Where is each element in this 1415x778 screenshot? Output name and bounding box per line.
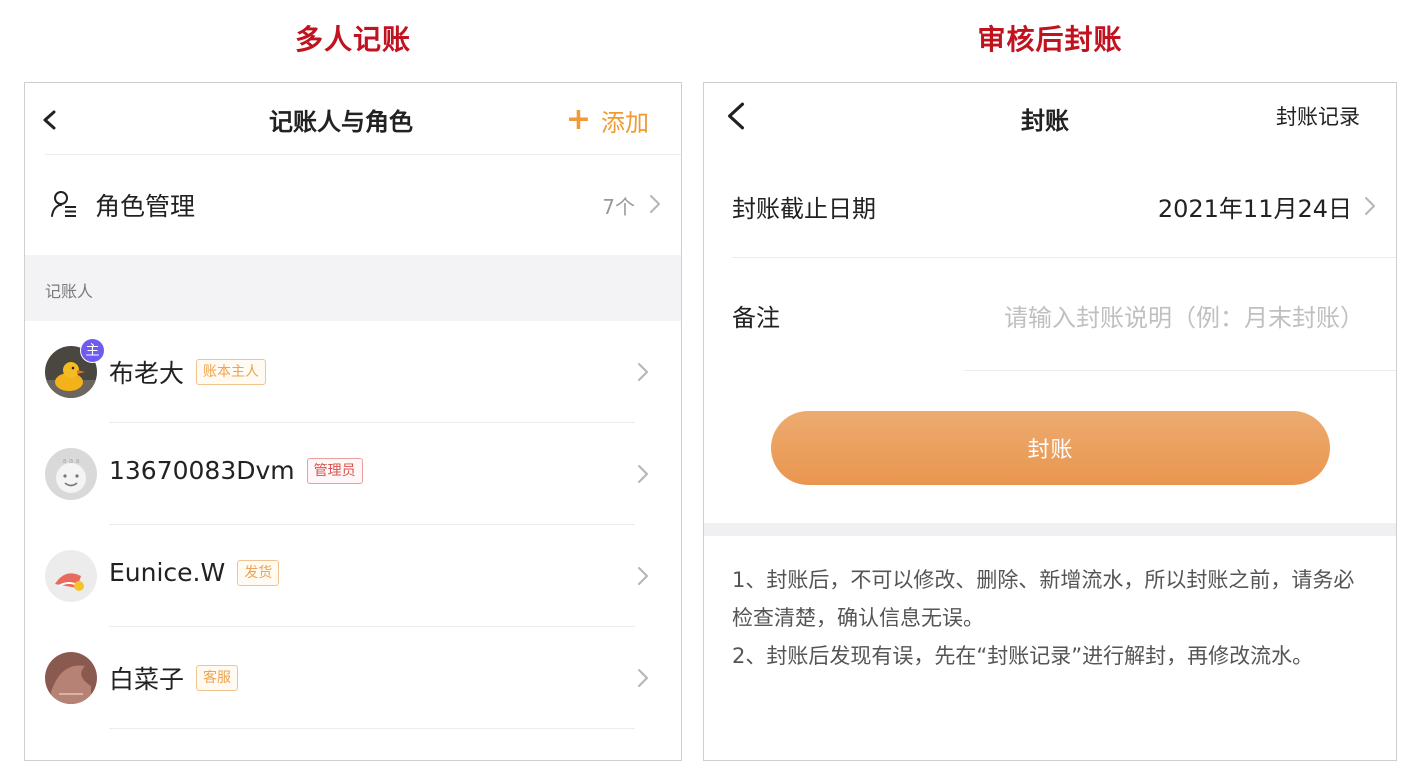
role-count: 7个 [602,195,635,219]
add-button[interactable]: + 添加 [566,103,649,137]
role-tag: 管理员 [306,457,363,484]
chevron-left-icon [43,110,56,130]
caption-multi-user-bookkeeping: 多人记账 [294,23,411,56]
bookkeepers-roles-screen: 记账人与角色 + 添加 角色管理 7个 记账人 主 布老大 账本主人 a a a… [24,82,682,761]
member-row[interactable]: 白菜子 客服 [25,627,681,729]
member-row[interactable]: a a a 13670083Dvm 管理员 [25,423,681,525]
member-row[interactable]: Eunice.W 发货 [25,525,681,627]
svg-text:a a a: a a a [62,457,79,465]
chevron-right-icon [637,566,649,586]
user-roles-icon [51,191,76,217]
role-management-row[interactable]: 角色管理 7个 [25,155,681,255]
owner-badge: 主 [80,338,105,363]
back-button[interactable] [724,101,748,131]
divider [109,728,635,729]
member-name: Eunice.W [109,558,226,587]
add-label: 添加 [601,108,649,137]
illustration-avatar [45,550,97,602]
back-button[interactable] [39,109,61,131]
seal-accounts-screen: 封账 封账记录 封账截止日期 2021年11月24日 备注 请输入封账说明（例：… [703,82,1397,761]
role-management-label: 角色管理 [95,192,196,221]
role-tag: 账本主人 [196,359,267,385]
remark-label: 备注 [732,304,780,332]
cutoff-date-value: 2021年11月24日 [1157,195,1352,223]
section-header: 记账人 [25,255,681,321]
role-tag: 发货 [237,559,280,586]
member-row[interactable]: 主 布老大 账本主人 [25,321,681,423]
remark-input[interactable]: 请输入封账说明（例：月末封账） [1004,298,1364,333]
caption-seal-after-review: 审核后封账 [977,23,1123,56]
member-name: 13670083Dvm [109,456,295,485]
note-text: 2、封账后发现有误，先在“封账记录”进行解封，再修改流水。 [732,644,1314,668]
divider [964,370,1396,371]
seal-button[interactable]: 封账 [771,411,1330,485]
photo-avatar [45,652,97,704]
section-separator [704,523,1396,536]
section-label: 记账人 [45,282,94,301]
cutoff-date-label: 封账截止日期 [732,195,876,223]
chevron-right-icon [637,362,649,382]
chevron-right-icon [637,464,649,484]
chevron-right-icon [637,668,649,688]
page-title: 封账 [1021,107,1069,135]
chevron-right-icon [1364,196,1376,216]
chevron-right-icon [649,194,661,214]
remark-row: 备注 请输入封账说明（例：月末封账） [704,258,1396,370]
seal-records-link[interactable]: 封账记录 [1276,101,1360,131]
member-name: 白菜子 [109,665,185,694]
cartoon-face-avatar: a a a [45,448,97,500]
role-tag: 客服 [196,665,239,691]
note-text: 1、封账后，不可以修改、删除、新增流水，所以封账之前，请务必检查清楚，确认信息无… [732,568,1355,630]
cutoff-date-row[interactable]: 封账截止日期 2021年11月24日 [704,155,1396,257]
plus-icon: + [565,102,591,137]
member-name: 布老大 [109,359,185,388]
chevron-left-icon [727,102,745,130]
page-title: 记账人与角色 [269,108,413,136]
